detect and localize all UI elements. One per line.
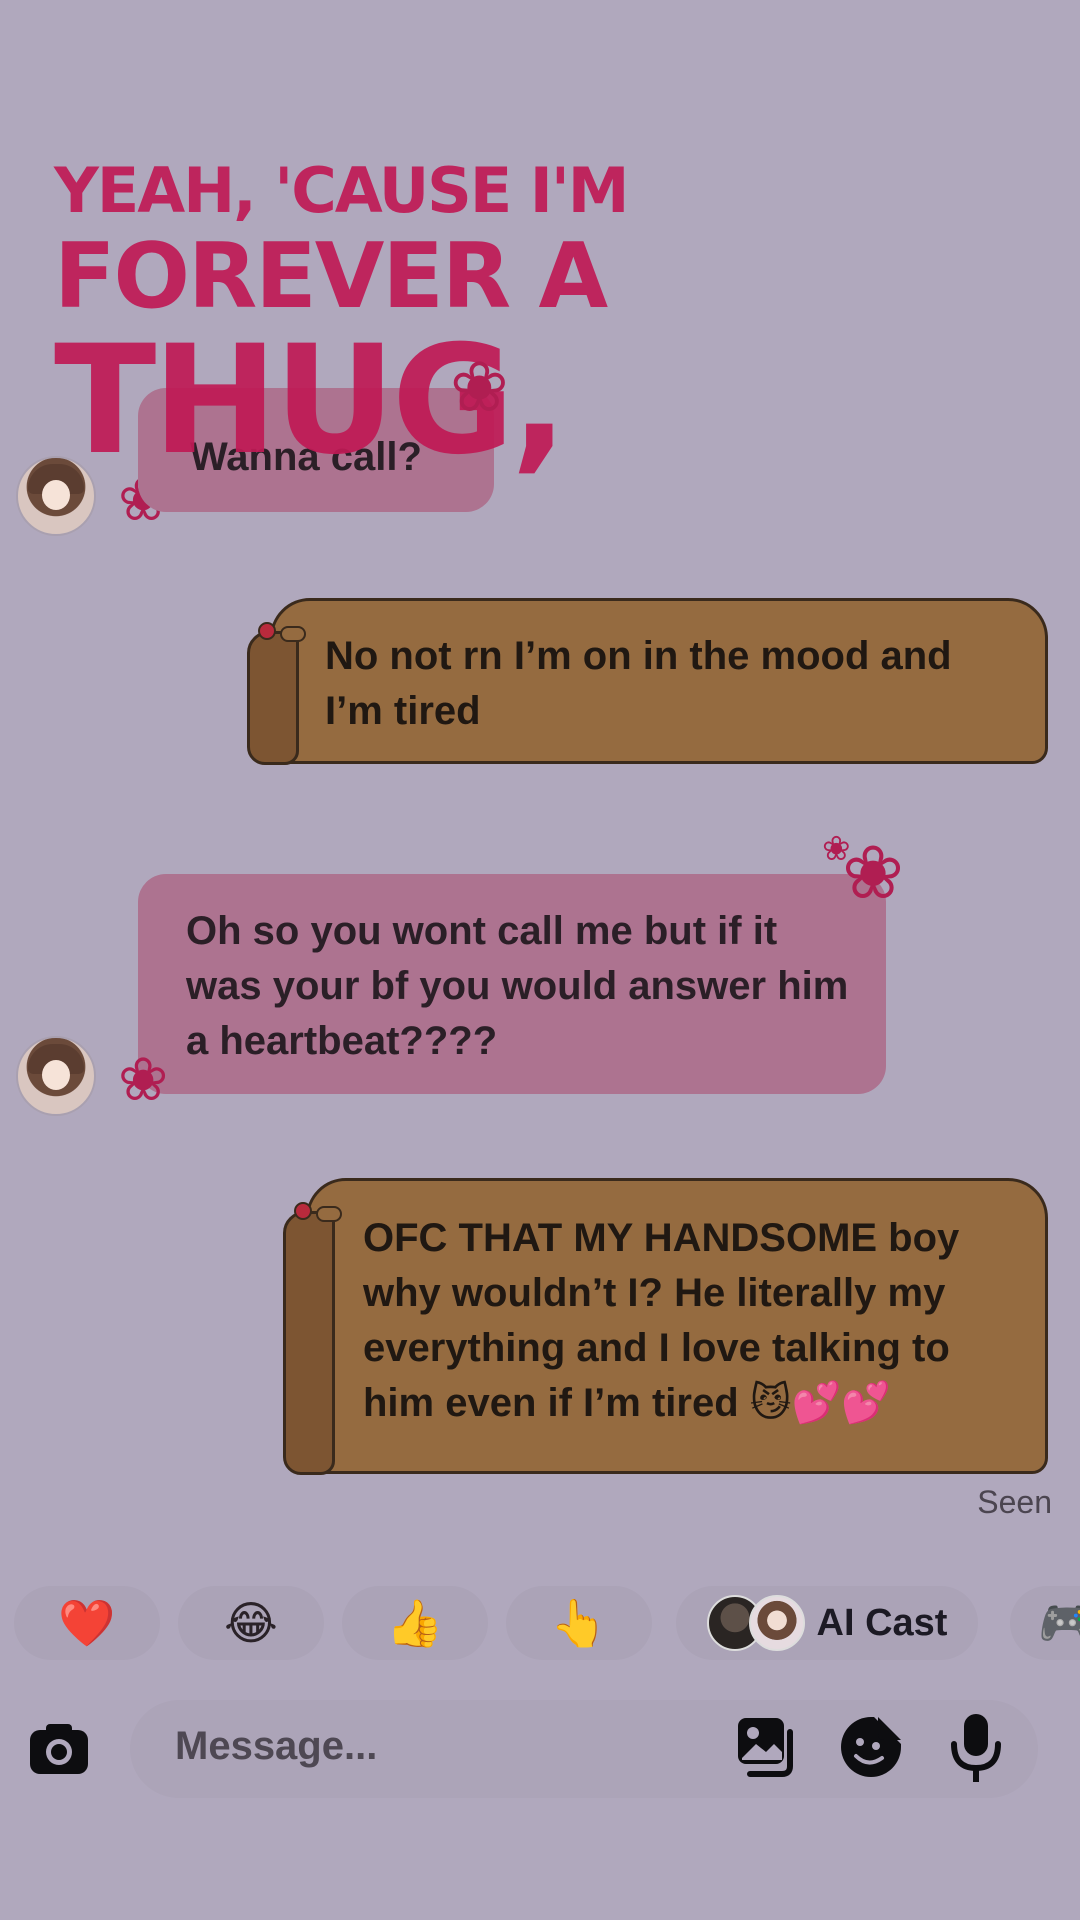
lyrics-line-1: YEAH, 'CAUSE I'M [54, 154, 630, 227]
flower-decoration-icon: ❀ [118, 1046, 169, 1113]
flower-decoration-icon: ❀ [450, 348, 509, 426]
message-text: Oh so you wont call me but if it was you… [186, 909, 849, 1063]
ai-cast-avatars [706, 1595, 805, 1651]
pointing-hand-icon: 👆 [550, 1596, 608, 1649]
sticker-icon [841, 1717, 901, 1777]
game-controller-icon: 🎮 [1038, 1596, 1080, 1649]
message-text: Wanna call? [190, 435, 422, 479]
seen-status: Seen [977, 1484, 1052, 1520]
camera-icon [30, 1724, 88, 1774]
games-button[interactable]: 🎮 [1010, 1586, 1080, 1660]
message-incoming-2[interactable]: Oh so you wont call me but if it was you… [138, 874, 886, 1094]
gallery-icon [738, 1718, 793, 1777]
pointing-reaction-button[interactable]: 👆 [506, 1586, 652, 1660]
sticker-button[interactable] [838, 1714, 904, 1780]
heart-icon: ❤️ [58, 1596, 116, 1649]
bubble-handle [247, 622, 306, 765]
heart-reaction-button[interactable]: ❤️ [14, 1586, 160, 1660]
message-text: OFC THAT MY HANDSOME boy why wouldn’t I?… [363, 1216, 960, 1425]
quick-reply-bar: ❤️ 😂 👍 👆 AI Cast 🎮 [0, 1586, 1080, 1660]
ai-cast-button[interactable]: AI Cast [676, 1586, 978, 1660]
thumbs-up-reaction-button[interactable]: 👍 [342, 1586, 488, 1660]
message-incoming-1[interactable]: Wanna call? [138, 388, 494, 512]
cast-avatar-icon [748, 1595, 805, 1651]
ai-cast-label: AI Cast [816, 1601, 948, 1644]
gallery-button[interactable] [734, 1714, 798, 1780]
microphone-button[interactable] [946, 1712, 1006, 1784]
message-input-placeholder[interactable]: Message... [175, 1724, 377, 1769]
contact-avatar[interactable] [16, 1036, 96, 1116]
bubble-handle [283, 1202, 342, 1475]
contact-avatar[interactable] [16, 456, 96, 536]
message-text: No not rn I’m on in the mood and I’m tir… [325, 634, 952, 733]
laugh-reaction-button[interactable]: 😂 [178, 1586, 324, 1660]
lyrics-line-2: FOREVER A [54, 224, 608, 329]
flower-decoration-icon: ❀ [842, 831, 905, 914]
camera-button[interactable] [26, 1716, 92, 1782]
message-outgoing-1[interactable]: No not rn I’m on in the mood and I’m tir… [247, 598, 1048, 765]
laughing-face-icon: 😂 [224, 1597, 278, 1649]
microphone-icon [951, 1714, 1001, 1782]
message-outgoing-2[interactable]: OFC THAT MY HANDSOME boy why wouldn’t I?… [283, 1178, 1048, 1475]
message-composer: Message... [0, 1700, 1080, 1798]
thumbs-up-icon: 👍 [386, 1596, 444, 1649]
